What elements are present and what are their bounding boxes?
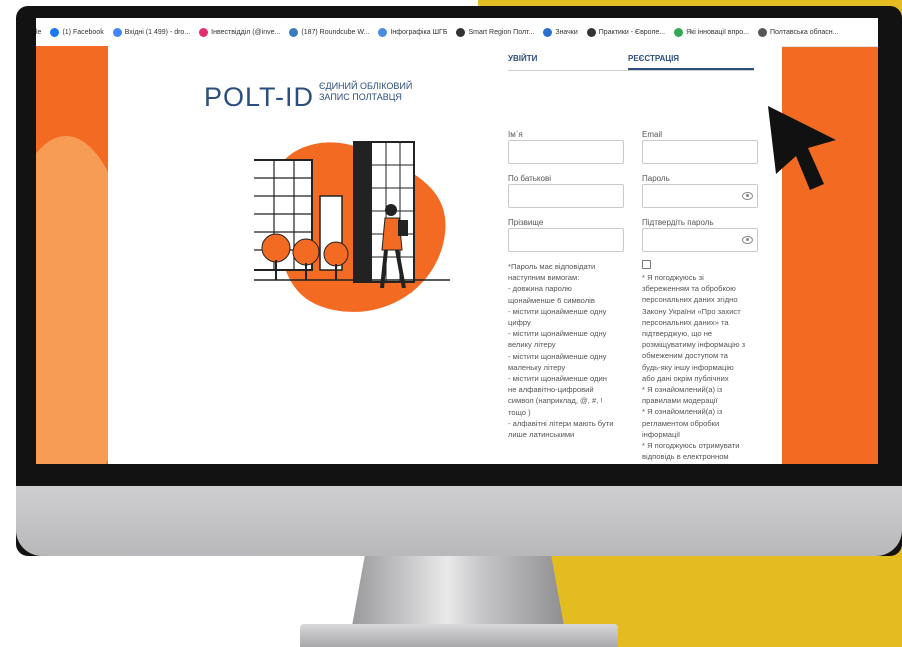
consent-line: або дані окрім публічних xyxy=(642,373,729,383)
consent-line: обмеженим доступом та xyxy=(642,351,728,361)
password-rule-line: щонайменше 6 символів xyxy=(508,295,595,305)
password-rule-line: не алфавітно-цифровий xyxy=(508,385,594,395)
password-confirm-input[interactable] xyxy=(642,228,758,252)
globe-icon xyxy=(456,27,466,37)
consent-line: персональних даних» та xyxy=(642,317,729,327)
consent-line: будь-яку іншу інформацію xyxy=(642,362,734,372)
patronymic-input[interactable] xyxy=(508,184,624,208)
bookmark-item[interactable]: (1) Facebook xyxy=(50,27,104,37)
doc-icon xyxy=(378,27,388,37)
surname-label: Прізвище xyxy=(508,218,544,227)
password-rule-line: - містити щонайменше одну xyxy=(508,329,607,339)
bookmark-item[interactable]: Полтавська обласн... xyxy=(758,27,839,37)
bookmark-label: Полтавська обласн... xyxy=(770,28,839,36)
password-rule-line: наступним вимогам: xyxy=(508,273,580,283)
bookmark-label: le xyxy=(36,28,42,36)
password-rule-line: лише латинськими xyxy=(508,430,575,440)
bookmark-label: Які інновації впро... xyxy=(686,28,750,36)
surname-input[interactable] xyxy=(508,228,624,252)
first-name-input[interactable] xyxy=(508,140,624,164)
mouse-cursor-icon xyxy=(768,106,836,190)
eye-icon[interactable] xyxy=(742,192,753,200)
password-rule-line: символ (наприклад, @, #, ! xyxy=(508,396,603,406)
auth-tabs: УВІЙТИ РЕЄСТРАЦІЯ xyxy=(508,46,754,71)
consent-line: збереженням та обробкою xyxy=(642,284,736,294)
left-orange-background xyxy=(36,46,136,464)
first-name-label: Ім`я xyxy=(508,130,523,139)
bookmark-item[interactable]: Практики - Європе... xyxy=(586,27,666,37)
password-label: Пароль xyxy=(642,174,670,183)
logo-subtitle-line1: ЄДИНИЙ ОБЛІКОВИЙ xyxy=(319,81,413,91)
password-confirm-label: Підтвердіть пароль xyxy=(642,218,714,227)
consent-line: * Я погоджуюсь зі xyxy=(642,273,704,282)
monitor-stand xyxy=(352,556,564,626)
figures-icon xyxy=(543,27,553,37)
consent-text: * Я погоджуюсь зі збереженням та обробкою… xyxy=(642,272,766,462)
bookmark-label: Практики - Європе... xyxy=(598,28,666,36)
bookmarks-bar: le (1) Facebook Вхідні (1 499) - dro... Інв… xyxy=(36,18,878,47)
bookmark-label: (187) Roundcube W... xyxy=(301,28,370,36)
consent-line: регламентом обробки xyxy=(642,418,720,428)
password-rule-line: маленьку літеру xyxy=(508,362,566,372)
consent-line: Закону України «Про захист xyxy=(642,306,741,316)
password-rule-line: - містити щонайменше одну xyxy=(508,306,607,316)
screen: le (1) Facebook Вхідні (1 499) - dro... Інв… xyxy=(36,18,878,464)
consent-line: * Я погоджуюсь отримувати xyxy=(642,441,740,451)
tab-active-indicator xyxy=(628,68,754,70)
password-requirements: *Пароль має відповідати наступним вимогам… xyxy=(508,261,632,440)
monitor-chin xyxy=(16,486,902,556)
city-illustration xyxy=(254,141,450,312)
bookmark-item[interactable]: (187) Roundcube W... xyxy=(289,27,370,37)
password-rule-line: - довжина паролю xyxy=(508,284,572,294)
password-rule-line: - містити щонайменше одну xyxy=(508,351,607,361)
facebook-icon xyxy=(50,27,60,37)
password-rule-line: велику літеру xyxy=(508,340,556,350)
email-input[interactable] xyxy=(642,140,758,164)
patronymic-label: По батькові xyxy=(508,174,551,183)
email-label: Email xyxy=(642,130,663,139)
logo-subtitle: ЄДИНИЙ ОБЛІКОВИЙ ЗАПИС ПОЛТАВЦЯ xyxy=(319,81,439,103)
consent-checkbox[interactable] xyxy=(642,260,651,269)
google-icon xyxy=(112,27,122,37)
consent-line: персональних даних згідно xyxy=(642,295,738,305)
bookmark-label: Smart Region Полт... xyxy=(468,28,535,36)
consent-line: правилами модерації xyxy=(642,396,718,406)
bookmark-item[interactable]: Значки xyxy=(543,27,578,37)
bookmark-item[interactable]: Інфографіка ШГБ xyxy=(378,27,448,37)
site-icon xyxy=(758,27,768,37)
consent-line: * Я ознайомлений(а) із xyxy=(642,407,723,417)
password-rule-line: *Пароль має відповідати xyxy=(508,262,596,271)
apps-icon xyxy=(674,27,684,37)
bookmark-item[interactable]: Інвествідділ (@inve... xyxy=(199,27,281,37)
eye-icon[interactable] xyxy=(742,236,753,244)
bookmark-label: Інфографіка ШГБ xyxy=(390,28,448,36)
bookmark-item[interactable]: Які інновації впро... xyxy=(674,27,750,37)
bookmark-label: (1) Facebook xyxy=(62,28,104,36)
bookmark-item[interactable]: le xyxy=(36,29,41,36)
bookmark-item[interactable]: Вхідні (1 499) - dro... xyxy=(112,27,191,37)
logo-subtitle-line2: ЗАПИС ПОЛТАВЦЯ xyxy=(319,92,402,102)
tab-login[interactable]: УВІЙТИ xyxy=(508,54,537,63)
logo-polt-id: POLT-ID xyxy=(204,82,315,112)
password-rule-line: цифру xyxy=(508,318,531,328)
bookmark-label: Інвествідділ (@inve... xyxy=(211,28,281,36)
password-rule-line: тощо ) xyxy=(508,407,531,417)
consent-line: розміщуватиму інформацію з xyxy=(642,340,746,350)
roundcube-icon xyxy=(289,27,299,37)
consent-line: * Я ознайомлений(а) із xyxy=(642,385,723,395)
password-rule-line: - алфавітні літери мають бути xyxy=(508,418,614,428)
instagram-icon xyxy=(199,27,209,37)
bookmark-label: Значки xyxy=(555,28,578,36)
consent-line: відповідь в електронном xyxy=(642,452,729,462)
password-input[interactable] xyxy=(642,184,758,208)
bookmark-label: Вхідні (1 499) - dro... xyxy=(124,28,191,36)
monitor-stand-base xyxy=(300,624,618,647)
bookmark-item[interactable]: Smart Region Полт... xyxy=(456,27,535,37)
globe-icon xyxy=(586,27,596,37)
consent-line: підтверджую, що не xyxy=(642,329,713,339)
tab-register[interactable]: РЕЄСТРАЦІЯ xyxy=(628,54,679,63)
password-rule-line: - містити щонайменше один xyxy=(508,374,607,384)
consent-line: інформації xyxy=(642,429,681,439)
